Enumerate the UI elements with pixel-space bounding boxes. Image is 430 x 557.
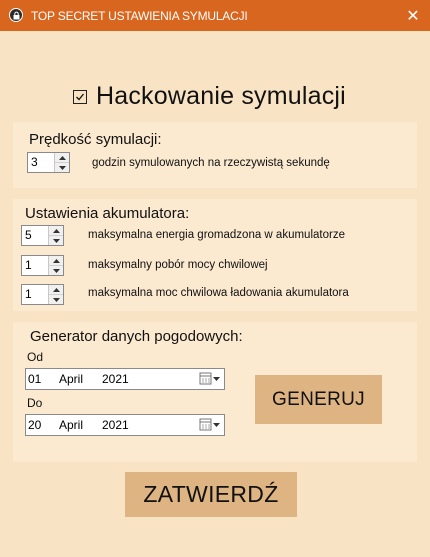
date-to-picker[interactable]: 20 April 2021	[25, 414, 225, 436]
battery-capacity-value[interactable]: 5	[22, 226, 48, 245]
calendar-dropdown-icon[interactable]	[199, 418, 221, 432]
generate-button[interactable]: GENERUJ	[255, 375, 382, 424]
date-from-picker[interactable]: 01 April 2021	[25, 368, 225, 390]
speed-value[interactable]: 3	[28, 153, 54, 172]
max-draw-value[interactable]: 1	[22, 256, 48, 275]
battery-capacity-stepper[interactable]: 5	[21, 225, 64, 246]
spin-down-icon[interactable]	[49, 266, 63, 275]
lock-icon	[9, 8, 23, 22]
battery-panel: Ustawienia akumulatora: 5 maksymalna ene…	[13, 199, 417, 311]
date-from-month[interactable]: April	[59, 372, 83, 386]
date-to-label: Do	[27, 396, 43, 410]
window-title: TOP SECRET USTAWIENIA SYMULACJI	[31, 9, 248, 23]
battery-title: Ustawienia akumulatora:	[25, 205, 190, 222]
close-icon: ✕	[406, 7, 420, 25]
speed-title: Prędkość symulacji:	[29, 131, 162, 148]
spin-down-icon[interactable]	[49, 236, 63, 245]
date-from-day[interactable]: 01	[28, 372, 41, 386]
date-from-label: Od	[27, 350, 44, 364]
date-to-year[interactable]: 2021	[102, 418, 129, 432]
spin-up-icon[interactable]	[49, 226, 63, 236]
spin-down-icon[interactable]	[55, 163, 69, 172]
close-button[interactable]: ✕	[396, 0, 430, 31]
date-from-year[interactable]: 2021	[102, 372, 129, 386]
max-draw-description: maksymalny pobór mocy chwilowej	[88, 259, 268, 271]
max-charge-description: maksymalna moc chwilowa ładowania akumul…	[88, 287, 349, 299]
hacking-label: Hackowanie symulacji	[96, 82, 346, 110]
date-to-day[interactable]: 20	[28, 418, 41, 432]
checkbox-checked-icon[interactable]	[73, 89, 87, 104]
battery-capacity-description: maksymalna energia gromadzona w akumulat…	[88, 229, 345, 241]
spin-up-icon[interactable]	[49, 285, 63, 295]
spin-down-icon[interactable]	[49, 295, 63, 304]
spin-up-icon[interactable]	[49, 256, 63, 266]
weather-title: Generator danych pogodowych:	[30, 328, 243, 345]
title-bar: TOP SECRET USTAWIENIA SYMULACJI ✕	[0, 0, 430, 31]
speed-description: godzin symulowanych na rzeczywistą sekun…	[92, 157, 330, 169]
hacking-checkbox[interactable]: Hackowanie symulacji	[73, 82, 346, 111]
speed-panel: Prędkość symulacji: 3 godzin symulowanyc…	[13, 122, 417, 188]
date-to-month[interactable]: April	[59, 418, 83, 432]
calendar-dropdown-icon[interactable]	[199, 372, 221, 386]
spin-up-icon[interactable]	[55, 153, 69, 163]
speed-stepper[interactable]: 3	[27, 152, 70, 173]
max-draw-stepper[interactable]: 1	[21, 255, 64, 276]
max-charge-value[interactable]: 1	[22, 285, 48, 304]
max-charge-stepper[interactable]: 1	[21, 284, 64, 305]
confirm-button[interactable]: ZATWIERDŹ	[125, 472, 297, 517]
